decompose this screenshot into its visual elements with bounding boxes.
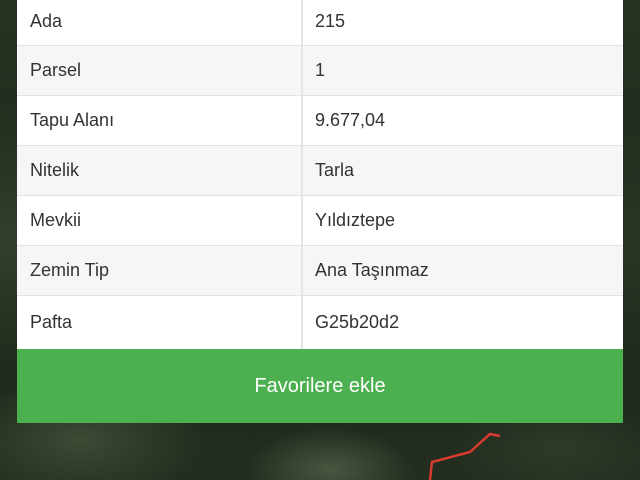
row-value: 1 [315, 60, 326, 80]
row-label: Zemin Tip [30, 260, 110, 280]
table-row: Tapu Alanı 9.677,04 [17, 96, 623, 146]
row-value: 215 [315, 11, 346, 31]
table-row: Parsel 1 [17, 46, 623, 96]
row-label: Tapu Alanı [30, 110, 115, 130]
row-value: 9.677,04 [315, 110, 386, 130]
add-to-favorites-button[interactable]: Favorilere ekle [17, 349, 623, 423]
row-label: Nitelik [30, 160, 80, 180]
table-row: Pafta G25b20d2 [17, 296, 623, 349]
row-value: G25b20d2 [315, 312, 400, 332]
table-row: Ada 215 [17, 0, 623, 46]
row-label: Mevkii [30, 210, 82, 230]
table-row: Zemin Tip Ana Taşınmaz [17, 246, 623, 296]
row-value: Ana Taşınmaz [315, 260, 429, 280]
row-label: Pafta [30, 312, 73, 332]
row-value: Tarla [315, 160, 355, 180]
row-label: Parsel [30, 60, 82, 80]
column-divider [301, 0, 303, 349]
row-value: Yıldıztepe [315, 210, 396, 230]
parcel-info-table: Ada 215 Parsel 1 Tapu Alanı 9.677,04 Nit… [17, 0, 623, 349]
row-label: Ada [30, 11, 63, 31]
table-row: Nitelik Tarla [17, 146, 623, 196]
table-row: Mevkii Yıldıztepe [17, 196, 623, 246]
parcel-boundary-line [428, 432, 501, 480]
